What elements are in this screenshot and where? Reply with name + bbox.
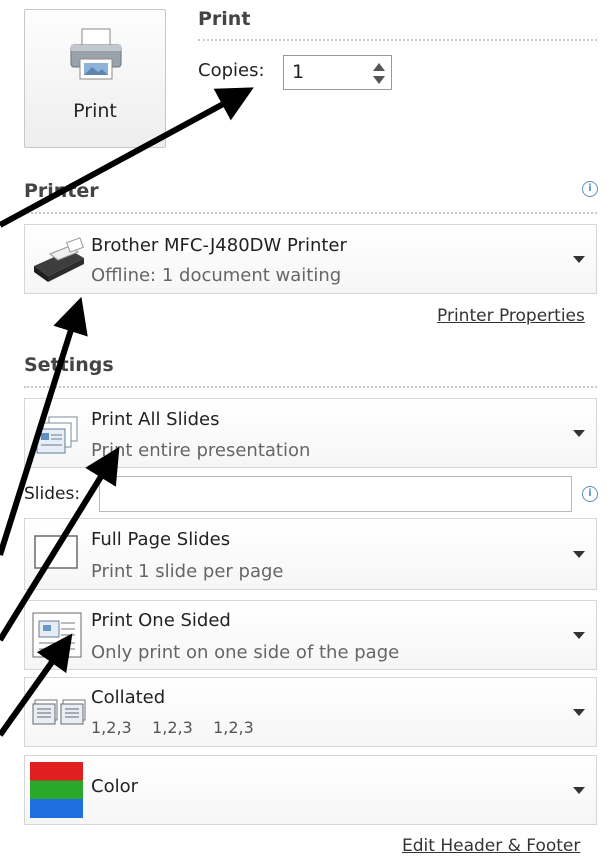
print-button-label: Print: [73, 100, 117, 122]
one-sided-page-icon: [32, 612, 82, 658]
info-icon[interactable]: i: [582, 486, 598, 502]
chevron-down-icon: [573, 787, 585, 794]
chevron-down-icon: [573, 632, 585, 639]
option-title: Full Page Slides: [91, 529, 231, 550]
printer-section-divider: [24, 212, 597, 214]
printer-name: Brother MFC-J480DW Printer: [91, 235, 347, 256]
option-subtitle: Only print on one side of the page: [91, 642, 400, 663]
chevron-down-icon: [573, 709, 585, 716]
printer-properties-link[interactable]: Printer Properties: [437, 306, 585, 326]
copies-label: Copies:: [198, 60, 265, 81]
slides-input[interactable]: [99, 476, 572, 512]
decrement-icon[interactable]: [373, 76, 385, 84]
print-section-title: Print: [198, 8, 251, 30]
printer-device-icon: [34, 237, 84, 282]
slides-label: Slides:: [24, 484, 81, 504]
print-range-dropdown[interactable]: Print All Slides Print entire presentati…: [24, 398, 597, 468]
copies-value[interactable]: 1: [292, 61, 304, 83]
settings-section-title: Settings: [24, 354, 114, 376]
printer-dropdown[interactable]: Brother MFC-J480DW Printer Offline: 1 do…: [24, 224, 597, 294]
layout-dropdown[interactable]: Full Page Slides Print 1 slide per page: [24, 518, 597, 590]
collation-dropdown[interactable]: Collated 1,2,3 1,2,3 1,2,3: [24, 677, 597, 747]
copies-stepper[interactable]: 1: [283, 55, 392, 90]
option-subtitle: Print entire presentation: [91, 440, 311, 461]
option-title: Print One Sided: [91, 610, 231, 631]
option-title: Color: [91, 776, 138, 797]
collated-pages-icon: [32, 699, 86, 725]
full-page-slide-icon: [34, 535, 78, 569]
option-subtitle: 1,2,3 1,2,3 1,2,3: [91, 718, 254, 737]
edit-header-footer-link[interactable]: Edit Header & Footer: [402, 836, 580, 856]
increment-icon[interactable]: [373, 63, 385, 71]
chevron-down-icon: [573, 430, 585, 437]
printer-icon: [70, 28, 122, 80]
sides-dropdown[interactable]: Print One Sided Only print on one side o…: [24, 600, 597, 670]
chevron-down-icon: [573, 551, 585, 558]
option-subtitle: Print 1 slide per page: [91, 561, 284, 582]
printer-section-title: Printer: [24, 180, 99, 202]
color-dropdown[interactable]: Color: [24, 755, 597, 825]
print-section-divider: [198, 39, 597, 41]
print-button[interactable]: Print: [24, 9, 166, 148]
printer-status: Offline: 1 document waiting: [91, 265, 342, 286]
option-title: Collated: [91, 687, 166, 708]
info-icon[interactable]: i: [582, 181, 598, 197]
slides-stack-icon: [36, 416, 78, 454]
option-title: Print All Slides: [91, 409, 220, 430]
settings-section-divider: [24, 386, 597, 388]
color-swatch-icon: [30, 762, 83, 818]
chevron-down-icon: [573, 256, 585, 263]
